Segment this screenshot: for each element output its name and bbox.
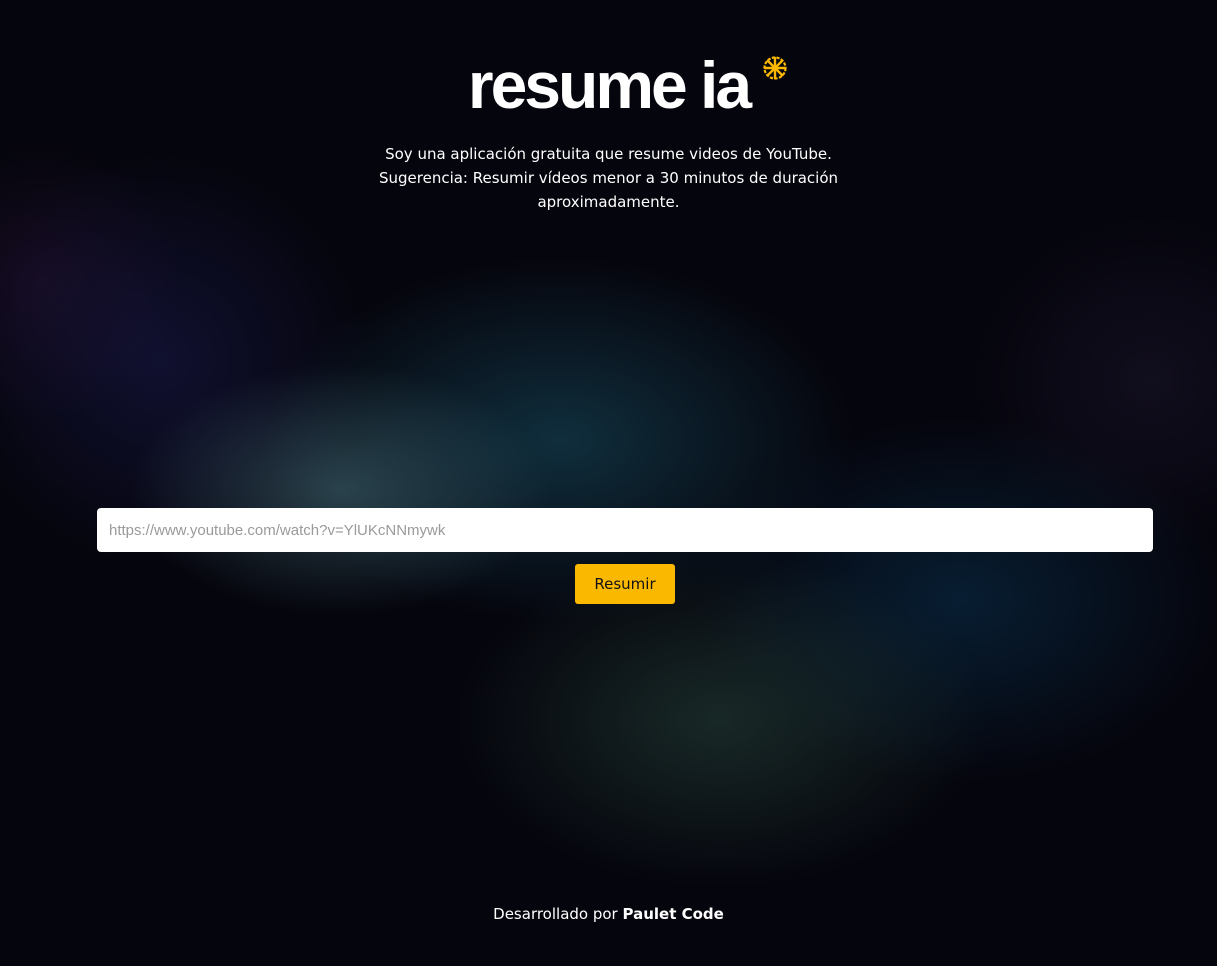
youtube-url-input[interactable] — [97, 508, 1153, 552]
author-link[interactable]: Paulet Code — [623, 905, 724, 923]
resumir-button[interactable]: Resumir — [575, 564, 675, 604]
intro-line-description: Soy una aplicación gratuita que resume v… — [385, 145, 832, 163]
sunburst-icon — [763, 56, 787, 80]
logo-text: resume ia — [467, 48, 752, 122]
footer-prefix: Desarrollado por — [493, 905, 623, 923]
intro-line-suggestion: Sugerencia: Resumir vídeos menor a 30 mi… — [378, 169, 839, 211]
page-header: resume ia Soy una aplicación gratuita qu… — [0, 48, 1217, 214]
logo: resume ia — [467, 48, 787, 122]
intro-text: Soy una aplicación gratuita que resume v… — [379, 142, 839, 214]
footer: Desarrollado por Paulet Code — [0, 903, 1217, 925]
